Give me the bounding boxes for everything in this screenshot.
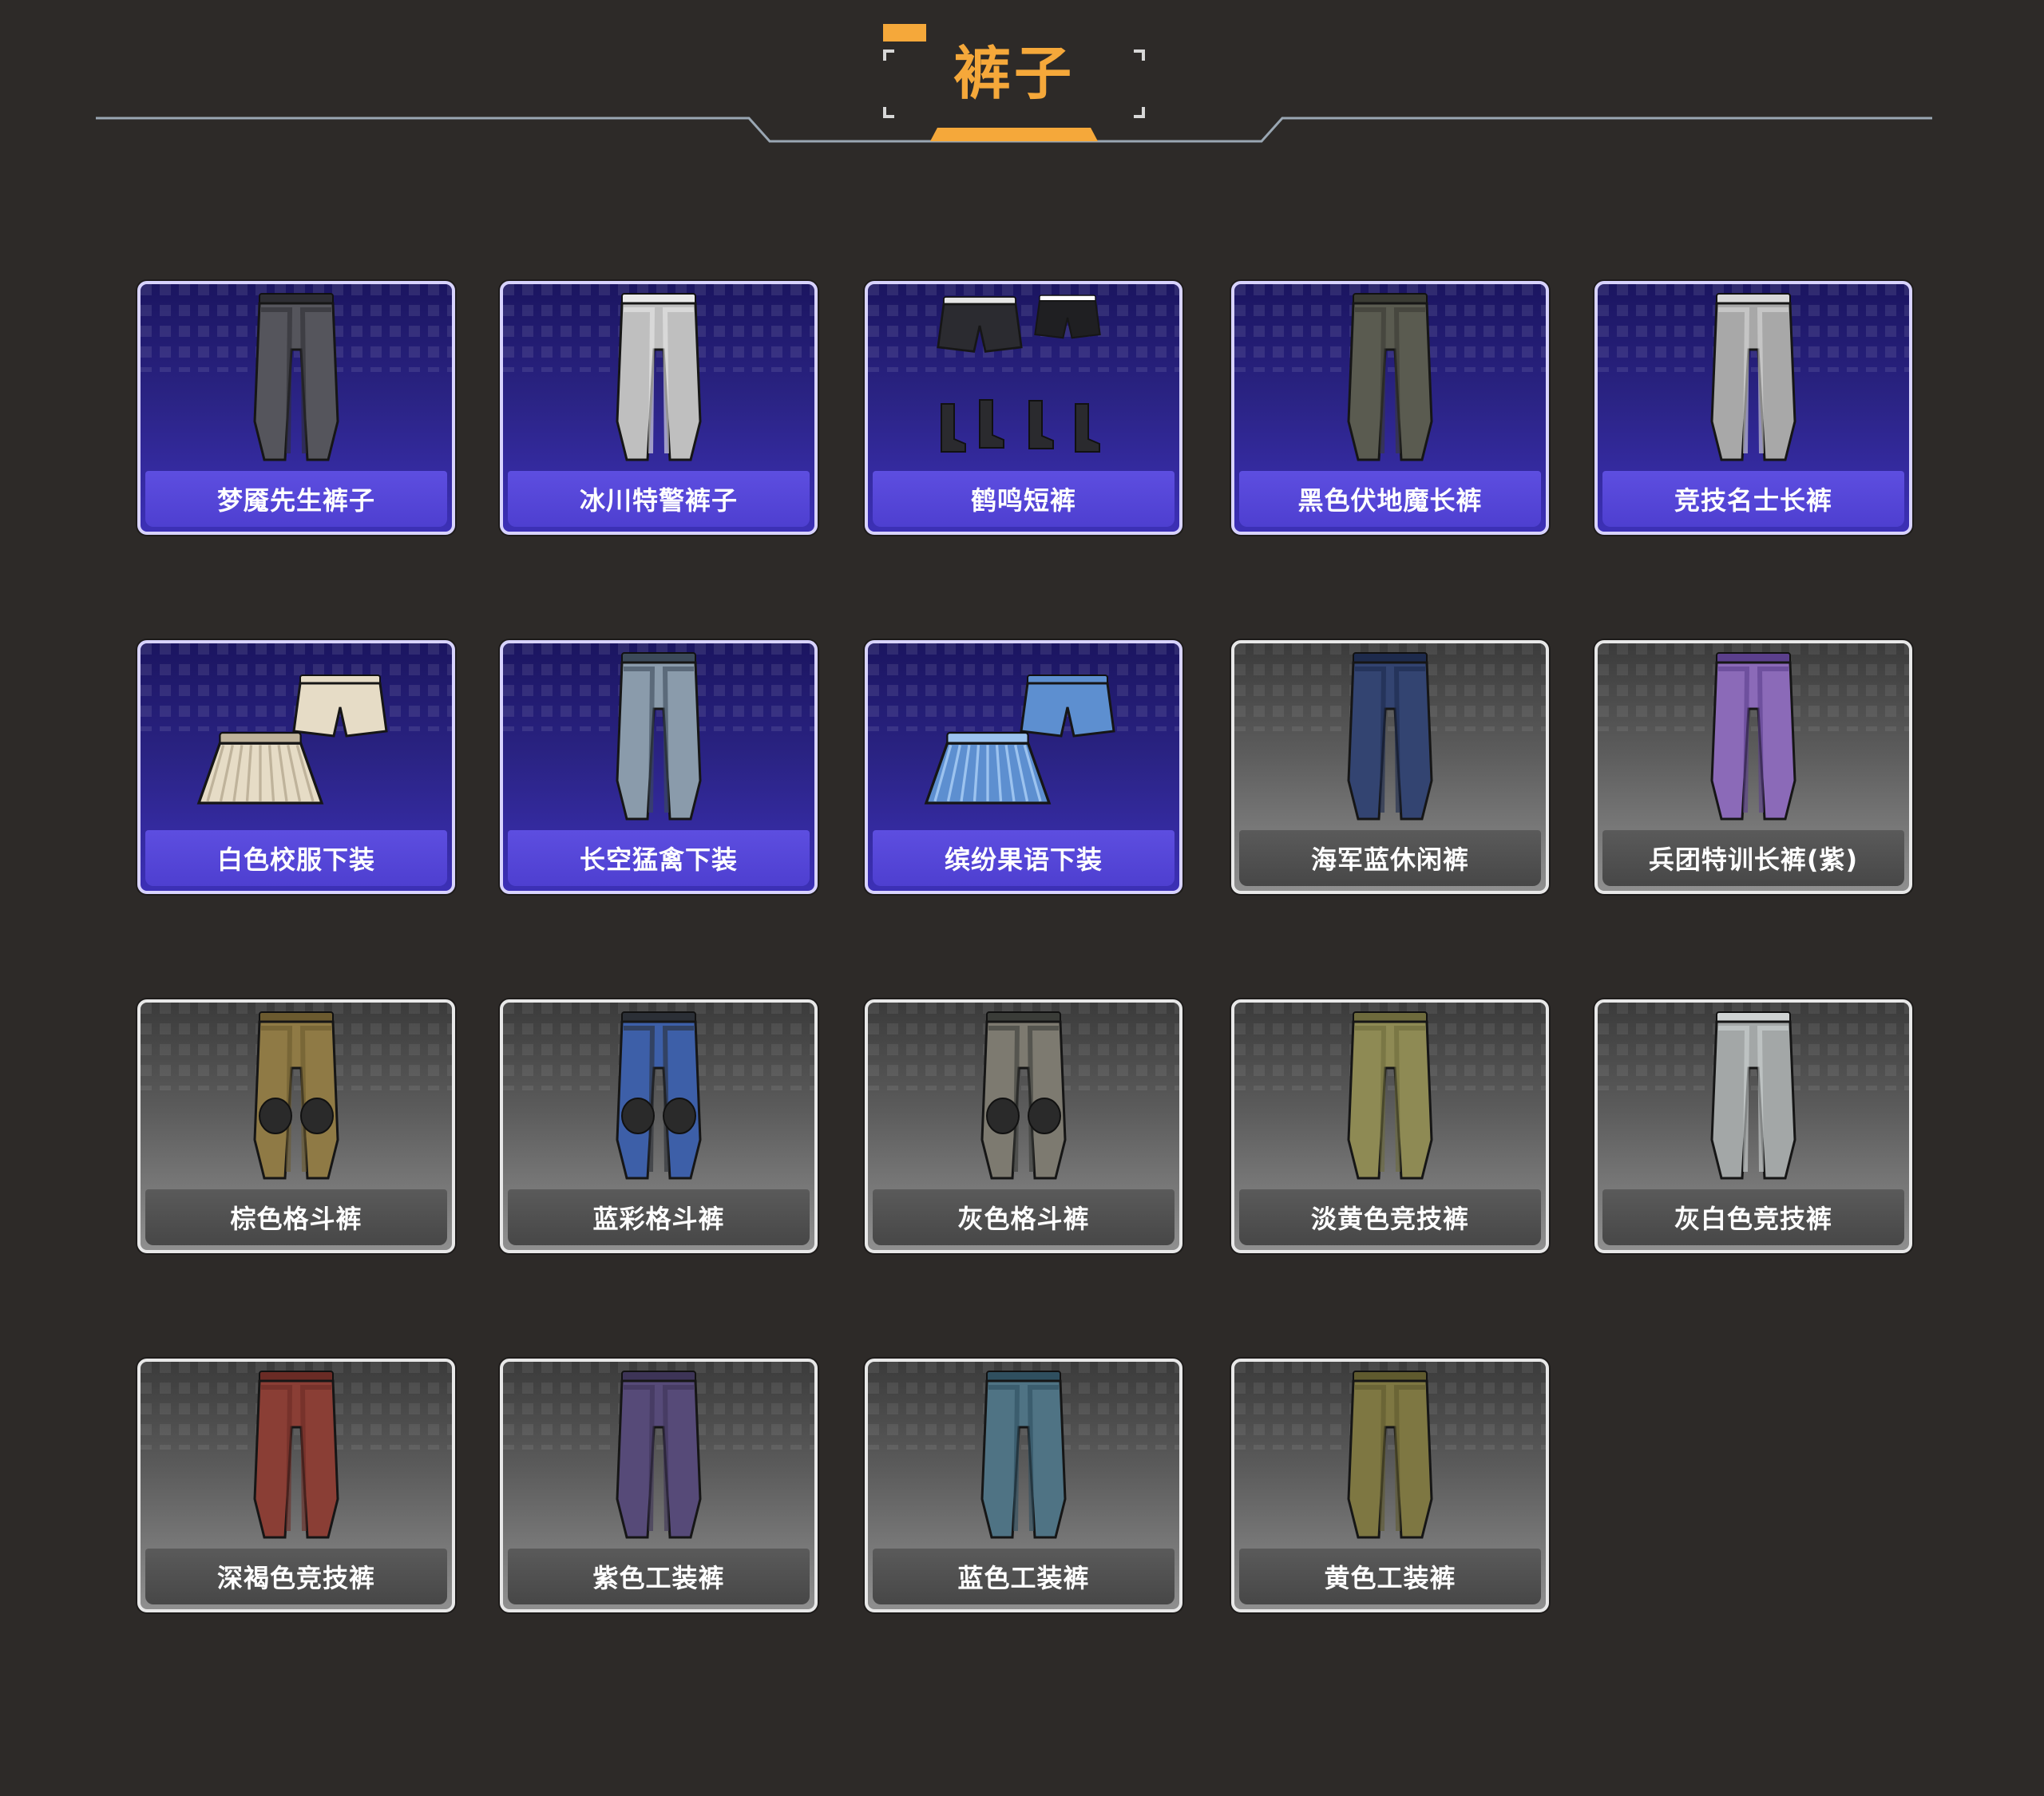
item-name: 蓝色工装裤 xyxy=(873,1549,1175,1604)
gray-combat-pants-icon xyxy=(980,1011,1067,1180)
item-name: 白色校服下装 xyxy=(145,830,447,886)
dark-olive-pants-icon xyxy=(1347,293,1433,461)
item-name: 长空猛禽下装 xyxy=(508,830,810,886)
item-name: 黄色工装裤 xyxy=(1239,1549,1541,1604)
item-card[interactable]: 黑色伏地魔长裤 xyxy=(1231,281,1549,535)
item-name: 灰白色竞技裤 xyxy=(1602,1189,1904,1245)
item-card[interactable]: 海军蓝休闲裤 xyxy=(1231,640,1549,894)
item-card[interactable]: 兵团特训长裤(紫) xyxy=(1594,640,1912,894)
item-card[interactable]: 竞技名士长裤 xyxy=(1594,281,1912,535)
item-name: 兵团特训长裤(紫) xyxy=(1602,830,1904,886)
camo-pants-icon xyxy=(616,652,702,821)
brown-combat-pants-icon xyxy=(253,1011,339,1180)
item-name: 灰色格斗裤 xyxy=(873,1189,1175,1245)
off-white-pants-icon xyxy=(1710,1011,1796,1180)
purple-cargo-pants-icon xyxy=(616,1371,702,1539)
light-gray-pants-icon xyxy=(1710,293,1796,461)
item-card[interactable]: 缤纷果语下装 xyxy=(865,640,1182,894)
item-name: 紫色工装裤 xyxy=(508,1549,810,1604)
shorts-and-boots-set-icon xyxy=(937,295,1101,453)
item-name: 棕色格斗裤 xyxy=(145,1189,447,1245)
item-card[interactable]: 棕色格斗裤 xyxy=(137,999,455,1253)
item-card[interactable]: 冰川特警裤子 xyxy=(500,281,818,535)
item-card[interactable]: 灰白色竞技裤 xyxy=(1594,999,1912,1253)
item-name: 深褐色竞技裤 xyxy=(145,1549,447,1604)
item-card[interactable]: 蓝彩格斗裤 xyxy=(500,999,818,1253)
item-card[interactable]: 梦魇先生裤子 xyxy=(137,281,455,535)
pleated-skirt-and-shorts-icon xyxy=(196,674,388,805)
item-card[interactable]: 蓝色工装裤 xyxy=(865,1359,1182,1612)
item-card[interactable]: 灰色格斗裤 xyxy=(865,999,1182,1253)
white-tactical-pants-icon xyxy=(616,293,702,461)
maroon-pants-icon xyxy=(253,1371,339,1539)
item-name: 竞技名士长裤 xyxy=(1602,471,1904,527)
item-card[interactable]: 淡黄色竞技裤 xyxy=(1231,999,1549,1253)
item-name: 海军蓝休闲裤 xyxy=(1239,830,1541,886)
item-card[interactable]: 鹤鸣短裤 xyxy=(865,281,1182,535)
item-name: 黑色伏地魔长裤 xyxy=(1239,471,1541,527)
item-name: 蓝彩格斗裤 xyxy=(508,1189,810,1245)
item-name: 冰川特警裤子 xyxy=(508,471,810,527)
item-card[interactable]: 长空猛禽下装 xyxy=(500,640,818,894)
item-card[interactable]: 紫色工装裤 xyxy=(500,1359,818,1612)
navy-pants-icon xyxy=(1347,652,1433,821)
purple-camo-pants-icon xyxy=(1710,652,1796,821)
item-card[interactable]: 黄色工装裤 xyxy=(1231,1359,1549,1612)
blue-combat-pants-icon xyxy=(616,1011,702,1180)
item-card[interactable]: 白色校服下装 xyxy=(137,640,455,894)
item-grid: 梦魇先生裤子 冰川特警裤子 鹤鸣短裤 黑色伏地魔长裤 竞技名士长裤 白色校服下装… xyxy=(0,0,2044,1796)
blue-skirt-and-shorts-icon xyxy=(924,674,1115,805)
khaki-pants-icon xyxy=(1347,1011,1433,1180)
item-name: 淡黄色竞技裤 xyxy=(1239,1189,1541,1245)
teal-cargo-pants-icon xyxy=(980,1371,1067,1539)
item-name: 鹤鸣短裤 xyxy=(873,471,1175,527)
olive-cargo-pants-icon xyxy=(1347,1371,1433,1539)
black-leather-pants-icon xyxy=(253,293,339,461)
item-card[interactable]: 深褐色竞技裤 xyxy=(137,1359,455,1612)
item-name: 梦魇先生裤子 xyxy=(145,471,447,527)
item-name: 缤纷果语下装 xyxy=(873,830,1175,886)
